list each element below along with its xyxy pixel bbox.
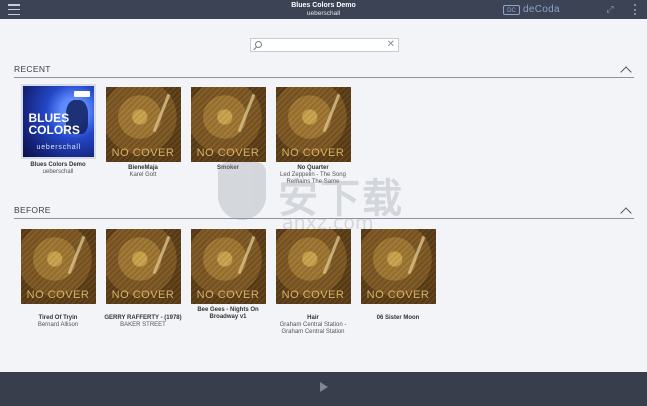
album-tile-bienemaja[interactable]: NO COVER BieneMaja Karel Gott (100, 87, 186, 179)
player-bar (0, 372, 647, 406)
album-cover: NO COVER (190, 87, 266, 162)
album-title: GERRY RAFFERTY - (1978) (104, 315, 182, 321)
no-cover-label: NO COVER (281, 147, 345, 159)
search-input[interactable] (268, 39, 380, 51)
expand-icon[interactable]: ⤢ (605, 4, 615, 14)
album-artist: BAKER STREET (120, 322, 166, 328)
cover-title: BLUES COLORS (28, 111, 80, 137)
no-cover-label: NO COVER (281, 289, 345, 301)
brand-logo-icon: DC (503, 4, 520, 15)
album-cover: NO COVER (105, 87, 181, 162)
section-divider (14, 77, 634, 78)
album-cover: NO COVER (20, 229, 96, 304)
section-title-before: BEFORE (14, 205, 51, 215)
cover-badge (73, 91, 90, 97)
watermark-domain: anxz.com (282, 212, 374, 234)
cover-brand: ueberschall (36, 144, 82, 151)
brand-name: deCoda (523, 4, 560, 15)
album-cover: NO COVER (275, 229, 351, 304)
brand: DC deCoda (503, 3, 560, 16)
shield-icon (218, 162, 266, 220)
album-artist: Bernard Allison (37, 322, 79, 328)
no-cover-label: NO COVER (366, 289, 430, 301)
album-title: Blues Colors Demo (30, 162, 86, 168)
album-tile-gerry-rafferty[interactable]: NO COVER GERRY RAFFERTY - (1978) BAKER S… (100, 229, 186, 329)
album-cover: NO COVER (275, 87, 351, 162)
album-artist: ueberschall (42, 169, 74, 175)
album-tile-blues-colors-demo[interactable]: BLUES COLORS ueberschall Blues Colors De… (15, 84, 101, 176)
album-title: 06 Sister Moon (376, 315, 420, 321)
no-cover-label: NO COVER (111, 147, 175, 159)
no-cover-label: NO COVER (196, 289, 260, 301)
album-cover: BLUES COLORS ueberschall (20, 84, 96, 159)
chevron-up-icon[interactable] (620, 207, 632, 219)
album-cover: NO COVER (190, 229, 266, 304)
album-artist: Karel Gott (129, 172, 157, 178)
album-title: Tired Of Tryin (38, 315, 78, 321)
section-title-recent: RECENT (14, 64, 51, 74)
album-artist: Graham Central Station - Graham Central … (279, 322, 347, 335)
clear-search-icon[interactable]: ✕ (387, 39, 395, 51)
no-cover-label: NO COVER (111, 289, 175, 301)
more-vertical-icon[interactable] (632, 4, 638, 15)
no-cover-label: NO COVER (196, 147, 260, 159)
album-title: Hair (307, 315, 319, 321)
titlebar: Blues Colors Demo ueberschall DC deCoda … (0, 0, 647, 19)
album-tile-sister-moon[interactable]: NO COVER 06 Sister Moon (355, 229, 441, 322)
watermark: 安下载 anxz.com (218, 160, 438, 240)
play-icon[interactable] (320, 382, 328, 392)
album-title: BieneMaja (128, 165, 158, 171)
section-header-recent: RECENT (14, 64, 634, 78)
album-cover: NO COVER (105, 229, 181, 304)
album-cover: NO COVER (360, 229, 436, 304)
album-title: Bee Gees - Nights On Broadway v1 (197, 307, 259, 320)
search-icon (255, 41, 262, 48)
search-box[interactable]: ✕ (250, 38, 399, 52)
chevron-up-icon[interactable] (620, 66, 632, 78)
album-tile-hair[interactable]: NO COVER Hair Graham Central Station - G… (270, 229, 356, 336)
album-tile-bee-gees[interactable]: NO COVER Bee Gees - Nights On Broadway v… (185, 229, 271, 321)
album-tile-tired-of-tryin[interactable]: NO COVER Tired Of Tryin Bernard Allison (15, 229, 101, 329)
no-cover-label: NO COVER (26, 289, 90, 301)
